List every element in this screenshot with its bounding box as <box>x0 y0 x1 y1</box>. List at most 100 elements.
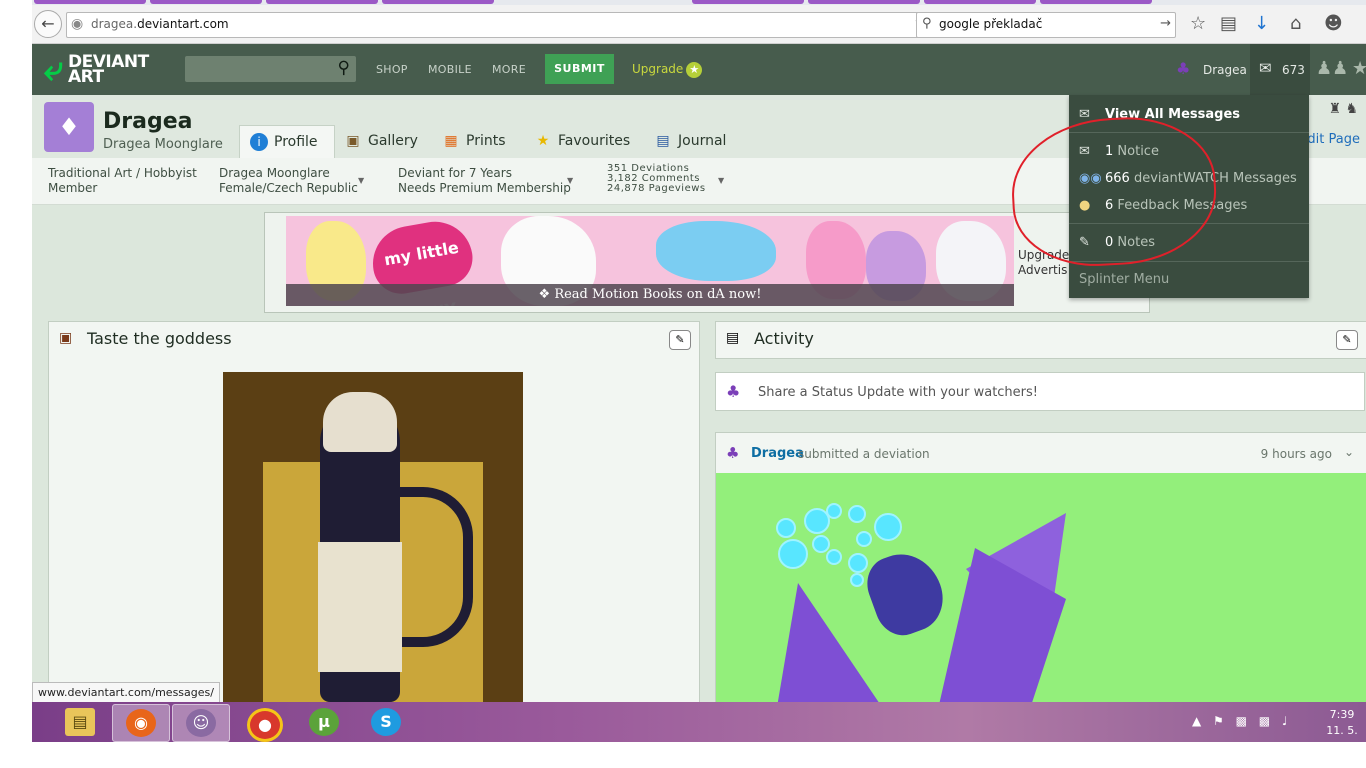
splinter-menu-link[interactable]: Splinter Menu <box>1079 272 1169 287</box>
nav-more[interactable]: MORE <box>492 63 526 76</box>
user-avatar: ♣ <box>726 382 741 401</box>
ad-banner[interactable]: my little PONY ❖ Read Motion Books on dA… <box>286 216 1014 306</box>
tab-favourites[interactable]: ★ Favourites <box>534 125 630 158</box>
featured-artwork[interactable] <box>223 372 523 702</box>
search-query: google překladač <box>939 17 1043 31</box>
messenger-icon: ☺ <box>186 709 216 737</box>
activity-item: ♣ Dragea submitted a deviation 9 hours a… <box>715 432 1366 704</box>
profile-subname: Dragea Moonglare <box>103 137 223 152</box>
search-icon: ⚲ <box>922 16 932 31</box>
system-tray[interactable]: ▲ ⚑ ▩ ▩ ♩ <box>1192 714 1292 728</box>
edit-page-link[interactable]: dit Page <box>1307 132 1360 147</box>
firefox-icon: ◉ <box>126 709 156 737</box>
pony-image <box>656 221 776 281</box>
skype-taskbar-button[interactable]: S <box>358 704 414 740</box>
edit-pencil-icon[interactable]: ✎ <box>1336 330 1358 350</box>
skype-icon: S <box>371 708 401 736</box>
bubble <box>874 513 902 541</box>
info-icon: i <box>250 133 268 151</box>
windows-taskbar: ▤ ◉ ☺ ● µ S ▲ ⚑ ▩ ▩ ♩ 7:3911. 5. 20 <box>32 702 1366 753</box>
browser-tab[interactable] <box>924 0 1036 4</box>
url-bar[interactable]: ◉ dragea.deviantart.com ▿ ↻ <box>66 12 944 38</box>
smiley-icon[interactable]: ☻ <box>1324 13 1343 34</box>
bubble <box>848 553 868 573</box>
user-avatar: ♣ <box>726 444 740 462</box>
activity-time: 9 hours ago <box>1260 447 1332 461</box>
artwork-headdress <box>323 392 397 452</box>
bubble <box>826 503 842 519</box>
messenger-taskbar-button[interactable]: ☺ <box>172 704 230 742</box>
star-icon: ★ <box>536 133 550 149</box>
edit-pencil-icon[interactable]: ✎ <box>669 330 691 350</box>
reading-list-icon[interactable]: ▤ <box>1220 13 1237 34</box>
explorer-taskbar-button[interactable]: ▤ <box>52 704 108 740</box>
da-logo-icon: ⤶ <box>44 49 63 89</box>
user-menu[interactable]: ♣ Dragea <box>1172 44 1250 95</box>
utorrent-icon: µ <box>309 708 339 736</box>
chevron-down-icon[interactable]: ⌄ <box>1344 445 1354 459</box>
download-icon[interactable]: ↓ <box>1254 13 1269 34</box>
artwork-tail <box>393 487 473 647</box>
clipboard-icon: ▤ <box>726 330 740 346</box>
profile-name[interactable]: Dragea <box>103 109 192 134</box>
browser-tab[interactable] <box>382 0 494 4</box>
gallery-icon: ▣ <box>346 133 360 149</box>
bubble <box>778 539 808 569</box>
ad-caption: ❖ Read Motion Books on dA now! <box>286 284 1014 306</box>
bubble <box>812 535 830 553</box>
nav-shop[interactable]: SHOP <box>376 63 408 76</box>
search-bar[interactable]: ⚲ google překladač → <box>916 12 1176 38</box>
tab-gallery[interactable]: ▣ Gallery <box>344 125 418 158</box>
message-count: 673 <box>1282 63 1305 77</box>
bubble <box>776 518 796 538</box>
chrome-icon: ● <box>247 708 283 742</box>
browser-tab[interactable] <box>692 0 804 4</box>
profile-realname: Dragea Moonglare Female/Czech Republic <box>219 166 358 195</box>
watchers-icon[interactable]: ♟♟ <box>1316 58 1348 79</box>
url-text: dragea.deviantart.com <box>91 17 229 31</box>
tab-journal[interactable]: ▤ Journal <box>654 125 726 158</box>
activity-user-link[interactable]: Dragea <box>751 446 804 461</box>
browser-tab[interactable] <box>266 0 378 4</box>
profile-avatar[interactable]: ♦ <box>44 102 94 152</box>
search-icon[interactable]: ⚲ <box>338 58 350 78</box>
tab-profile[interactable]: i Profile <box>239 125 335 159</box>
messages-button[interactable]: ✉ 673 <box>1250 44 1310 95</box>
da-search-input[interactable]: ⚲ <box>185 56 356 82</box>
dragon-wing <box>776 583 886 703</box>
bubble <box>856 531 872 547</box>
activity-artwork[interactable] <box>716 473 1366 703</box>
bubble <box>826 549 842 565</box>
chrome-taskbar-button[interactable]: ● <box>234 704 290 742</box>
username: Dragea <box>1203 63 1247 77</box>
chevron-down-icon[interactable]: ▼ <box>358 176 364 185</box>
bubble <box>850 573 864 587</box>
tab-prints[interactable]: ▦ Prints <box>442 125 505 158</box>
browser-tab[interactable] <box>34 0 146 4</box>
favourites-star-icon[interactable]: ★ <box>1352 58 1366 79</box>
home-icon[interactable]: ⌂ <box>1290 13 1301 34</box>
activity-action: submitted a deviation <box>798 447 930 461</box>
back-button[interactable]: ← <box>34 10 62 38</box>
go-arrow-icon[interactable]: → <box>1160 16 1171 31</box>
submit-button[interactable]: SUBMIT <box>545 54 614 84</box>
browser-tab[interactable] <box>1040 0 1152 4</box>
bubble <box>848 505 866 523</box>
globe-icon: ◉ <box>71 16 84 32</box>
status-update-input[interactable]: ♣ Share a Status Update with your watche… <box>715 372 1365 411</box>
explorer-icon: ▤ <box>65 708 95 736</box>
browser-tab[interactable] <box>808 0 920 4</box>
profile-widget-icons[interactable]: ♜ ♞ <box>1328 101 1358 117</box>
journal-icon: ▤ <box>656 133 670 149</box>
upgrade-star-icon: ★ <box>686 62 703 78</box>
bookmark-star-icon[interactable]: ☆ <box>1190 13 1206 34</box>
book-icon: ❖ <box>538 287 555 302</box>
chevron-down-icon[interactable]: ▼ <box>567 176 573 185</box>
nav-mobile[interactable]: MOBILE <box>428 63 472 76</box>
upgrade-link[interactable]: Upgrade ★ <box>632 62 703 78</box>
firefox-taskbar-button[interactable]: ◉ <box>112 704 170 742</box>
chevron-down-icon[interactable]: ▼ <box>718 176 724 185</box>
profile-stats: 351 Deviations 3,182 Comments 24,878 Pagev… <box>607 163 706 194</box>
utorrent-taskbar-button[interactable]: µ <box>296 704 352 740</box>
browser-tab[interactable] <box>150 0 262 4</box>
